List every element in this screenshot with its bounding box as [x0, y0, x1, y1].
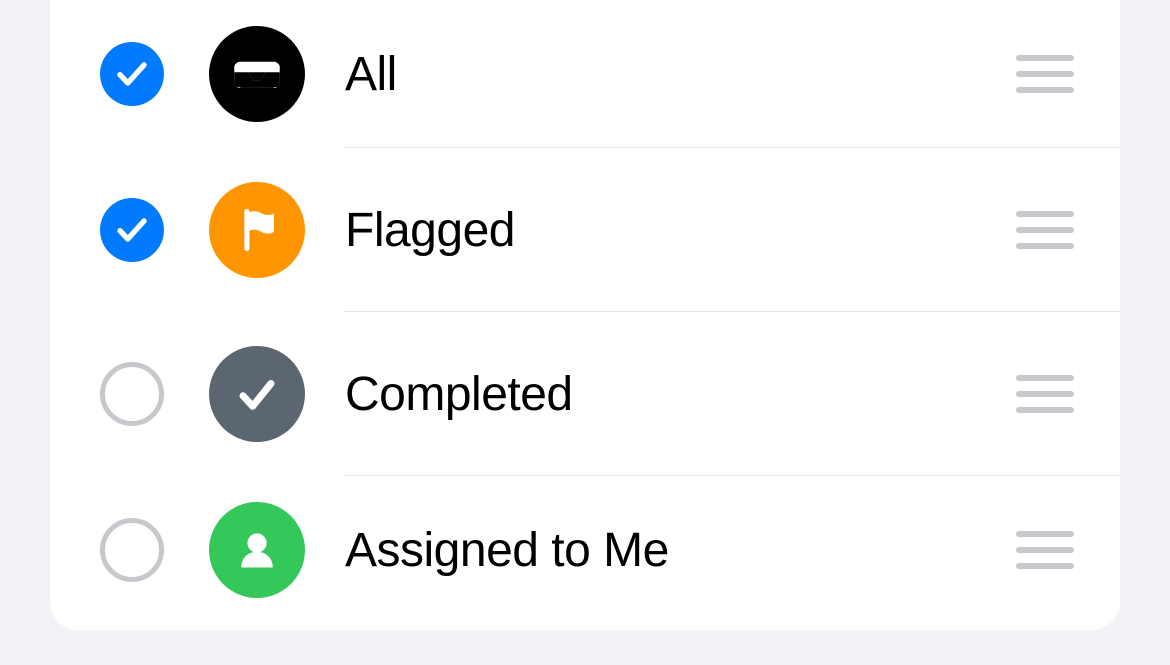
list-label-flagged: Flagged: [345, 203, 1016, 258]
checkmark-icon: [114, 212, 150, 248]
check-icon: [209, 346, 305, 442]
checkbox-completed[interactable]: [100, 362, 164, 426]
checkmark-icon: [114, 56, 150, 92]
checkbox-assigned[interactable]: [100, 518, 164, 582]
checkbox-flagged[interactable]: [100, 198, 164, 262]
list-label-assigned: Assigned to Me: [345, 523, 1016, 578]
checkbox-all[interactable]: [100, 42, 164, 106]
list-label-all: All: [345, 47, 1016, 102]
list-row-assigned: Assigned to Me: [50, 476, 1120, 624]
list-row-all: All: [50, 0, 1120, 148]
reorder-handle[interactable]: [1016, 211, 1074, 249]
list-label-completed: Completed: [345, 367, 1016, 422]
reorder-handle[interactable]: [1016, 375, 1074, 413]
reorder-handle[interactable]: [1016, 55, 1074, 93]
smart-list-settings-card: All Flagged Com: [50, 0, 1120, 630]
tray-icon: [209, 26, 305, 122]
person-icon: [209, 502, 305, 598]
reorder-handle[interactable]: [1016, 531, 1074, 569]
list-row-completed: Completed: [50, 312, 1120, 476]
flag-icon: [209, 182, 305, 278]
list-row-flagged: Flagged: [50, 148, 1120, 312]
